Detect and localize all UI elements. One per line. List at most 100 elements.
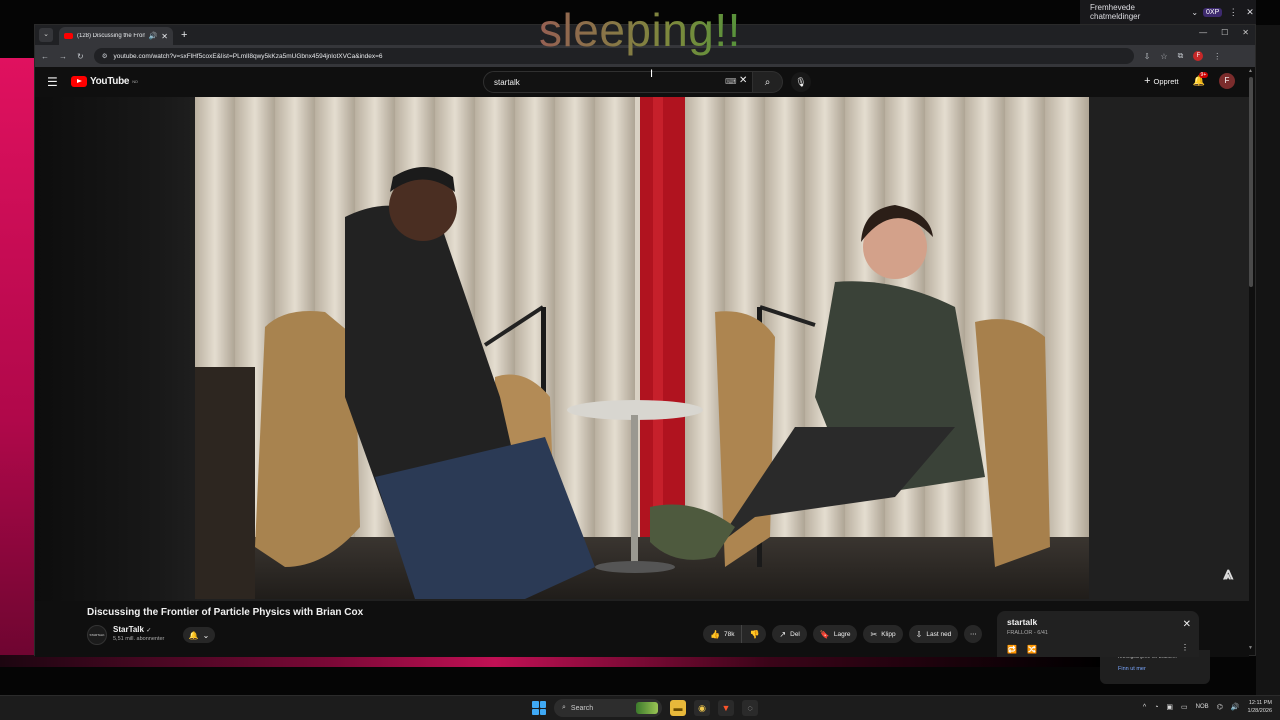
video-actions: 👍 78k 👎 ↗ Del 🔖 Lagre ✂ Klipp ⇩ Last ned…	[703, 625, 983, 643]
playlist-controls: 🔁 🔀	[1007, 645, 1037, 654]
search-icon: ⌕	[764, 76, 771, 88]
youtube-play-icon	[71, 76, 87, 87]
voice-search-button[interactable]: 🎙	[791, 72, 811, 92]
download-button[interactable]: ⇩ Last ned	[908, 625, 959, 643]
speaker-icon[interactable]: 🔊	[149, 32, 158, 40]
clock[interactable]: 12:11 PM 1/28/2026	[1248, 699, 1272, 715]
youtube-logo[interactable]: YouTube NO	[71, 76, 138, 87]
clip-button[interactable]: ✂ Klipp	[863, 625, 903, 643]
brave-icon[interactable]: ▼	[718, 700, 734, 716]
thumbs-down-icon: 👎	[749, 629, 760, 639]
maximize-icon[interactable]: ☐	[1221, 28, 1228, 37]
volume-icon[interactable]: 🔊	[1231, 703, 1240, 711]
reload-icon[interactable]: ↻	[77, 52, 84, 61]
tab-close-icon[interactable]: ✕	[161, 32, 168, 41]
save-label: Lagre	[833, 630, 851, 638]
tab-title: (128) Discussing the Fronti…	[77, 33, 145, 39]
scroll-down-icon[interactable]: ▼	[1248, 645, 1253, 651]
chrome-icon[interactable]: ◉	[694, 700, 710, 716]
search-button[interactable]: ⌕	[753, 71, 783, 93]
keyboard-icon[interactable]: ⌨	[725, 77, 737, 86]
tray-app-icon-3[interactable]: ▭	[1181, 703, 1188, 711]
tray-app-icon-2[interactable]: ▣	[1166, 703, 1173, 711]
window-close-icon[interactable]: ✕	[1242, 28, 1249, 37]
playlist-panel[interactable]: startalk FRALLOR - 6/41 ✕ 🔁 🔀 ⋮	[997, 611, 1199, 657]
close-icon[interactable]: ✕	[1244, 7, 1256, 18]
subscription-bell-button[interactable]: 🔔 ⌄	[183, 627, 215, 643]
search-bar: ⌨ ✕ ⌕ 🎙	[483, 71, 811, 93]
playlist-close-icon[interactable]: ✕	[1183, 619, 1191, 630]
clear-search-icon[interactable]: ✕	[739, 75, 747, 86]
bookmark-star-icon[interactable]: ☆	[1160, 52, 1167, 61]
site-info-icon[interactable]: ⚙	[102, 52, 108, 60]
more-horizontal-icon: ⋯	[970, 631, 977, 638]
dislike-button[interactable]: 👎	[742, 625, 767, 643]
back-icon[interactable]: ←	[41, 52, 49, 61]
network-icon[interactable]: ⌬	[1217, 703, 1223, 711]
hamburger-menu-icon[interactable]: ☰	[47, 75, 58, 89]
playlist-more-icon[interactable]: ⋮	[1181, 643, 1189, 652]
channel-watermark-icon[interactable]: ⩓	[1223, 563, 1233, 584]
browser-menu-icon[interactable]: ⋮	[1213, 52, 1221, 61]
scissors-icon: ✂	[870, 629, 878, 639]
video-player[interactable]	[195, 97, 1089, 599]
chevron-up-icon[interactable]: ^	[1143, 704, 1146, 711]
youtube-header: ☰ YouTube NO ⌨ ✕ ⌕ 🎙 + Opprett 🔔	[35, 67, 1255, 97]
forward-icon[interactable]: →	[59, 52, 67, 61]
language-indicator[interactable]: NOB	[1196, 704, 1209, 710]
browser-window: ⌄ (128) Discussing the Fronti… 🔊 ✕ + — ☐…	[34, 24, 1256, 657]
shuffle-icon[interactable]: 🔀	[1027, 645, 1037, 654]
file-explorer-icon[interactable]: ▬	[670, 700, 686, 716]
xp-badge: 0XP	[1203, 7, 1223, 17]
app-icon[interactable]: ◌	[742, 700, 758, 716]
loop-icon[interactable]: 🔁	[1007, 645, 1017, 654]
player-area: ⩓	[35, 97, 1249, 601]
save-button[interactable]: 🔖 Lagre	[812, 625, 858, 643]
share-button[interactable]: ↗ Del	[772, 625, 807, 643]
video-title: Discussing the Frontier of Particle Phys…	[87, 607, 364, 618]
scroll-up-icon[interactable]: ▲	[1248, 68, 1253, 74]
tab-search-button[interactable]: ⌄	[39, 28, 53, 42]
download-icon: ⇩	[915, 629, 923, 639]
browser-profile-avatar[interactable]: F	[1193, 51, 1204, 61]
learn-more-link[interactable]: Finn ut mer	[1118, 666, 1192, 672]
desktop: sleeping!! Fremhevede chatmeldinger ⌄ 0X…	[0, 0, 1280, 720]
featured-chat-bar[interactable]: Fremhevede chatmeldinger ⌄ 0XP ⋮ ✕	[1080, 0, 1256, 24]
channel-avatar[interactable]: STARTALK	[87, 625, 107, 645]
system-tray: ^ ◔ ▣ ▭ NOB ⌬ 🔊 12:11 PM 1/28/2026	[1143, 699, 1272, 715]
more-actions-button[interactable]: ⋯	[964, 625, 983, 643]
page-scrollbar[interactable]	[1249, 75, 1253, 595]
chevron-down-icon[interactable]: ⌄	[1191, 8, 1198, 17]
share-label: Del	[790, 630, 800, 638]
channel-name[interactable]: StarTalk ✓	[113, 625, 151, 634]
playlist-subtitle: FRALLOR - 6/41	[1007, 630, 1048, 636]
create-label: Opprett	[1153, 76, 1179, 86]
like-button[interactable]: 👍 78k	[703, 625, 743, 643]
address-bar-icons: ⇩ ☆ ⧉ F ⋮	[1144, 51, 1221, 61]
overlay-sleeping-text: sleeping!!	[470, 2, 810, 58]
verified-icon: ✓	[146, 628, 152, 634]
share-icon: ↗	[779, 629, 787, 639]
scroll-thumb[interactable]	[1249, 77, 1253, 287]
minimize-icon[interactable]: —	[1199, 28, 1207, 37]
search-input[interactable]	[483, 71, 753, 93]
notifications-button[interactable]: 🔔 9+	[1193, 71, 1209, 87]
extensions-icon[interactable]: ⧉	[1178, 51, 1184, 61]
windows-start-icon[interactable]	[532, 701, 546, 715]
create-button[interactable]: + Opprett	[1144, 75, 1178, 87]
new-tab-button[interactable]: +	[181, 29, 187, 41]
tray-app-icon[interactable]: ◔	[1154, 704, 1158, 711]
taskbar-search-label: Search	[570, 704, 594, 712]
subscriber-count: 5,51 mill. abonnenter	[113, 636, 165, 642]
install-icon[interactable]: ⇩	[1144, 52, 1151, 61]
url-text: youtube.com/watch?v=sxFlHf5coxE&list=PLm…	[113, 52, 383, 60]
clock-time: 12:11 PM	[1248, 700, 1272, 706]
account-avatar[interactable]: F	[1219, 73, 1235, 89]
playlist-title: startalk	[1007, 617, 1038, 627]
text-cursor-icon: I	[650, 68, 654, 80]
like-dislike-group: 👍 78k 👎	[703, 625, 767, 643]
tab-youtube[interactable]: (128) Discussing the Fronti… 🔊 ✕	[59, 27, 173, 45]
more-vertical-icon[interactable]: ⋮	[1227, 7, 1239, 18]
taskbar-search[interactable]: ⌕ Search	[554, 699, 662, 717]
window-controls: — ☐ ✕	[1199, 28, 1249, 37]
